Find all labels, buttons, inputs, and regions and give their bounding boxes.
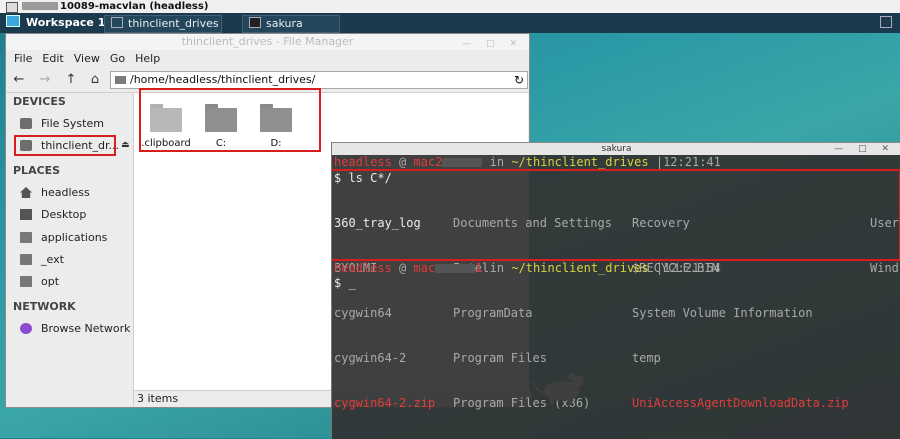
forward-arrow-icon[interactable]: → (36, 72, 54, 88)
menu-edit[interactable]: Edit (42, 52, 63, 65)
workspace-switcher[interactable]: Workspace 1 (6, 15, 105, 31)
devices-heading: DEVICES (13, 95, 66, 108)
task-label: sakura (266, 17, 303, 30)
prompt-dir: ~/thinclient_drives (511, 155, 649, 169)
menu-bar: File Edit View Go Help (6, 50, 529, 68)
back-arrow-icon[interactable]: ← (10, 72, 28, 88)
menu-file[interactable]: File (14, 52, 32, 65)
listing-entry: UniAccessAgentDownloadData.zip (632, 396, 849, 410)
folder-icon (20, 254, 32, 265)
drive-icon (20, 118, 32, 129)
listing-entry: cygwin64-2 (334, 351, 407, 365)
prompt-host: mac (413, 261, 436, 275)
task-file-manager[interactable]: thinclient_drives -... (104, 15, 222, 33)
sidebar-item-file-system[interactable]: File System (20, 115, 130, 133)
workspace-icon (6, 15, 20, 27)
prompt-in: in (489, 155, 505, 169)
listing-entry: Wind (870, 261, 899, 275)
sidebar-item-opt[interactable]: opt (20, 273, 130, 291)
highlight-box (332, 169, 900, 261)
terminal-title: sakura (601, 144, 632, 154)
highlight-box (14, 135, 116, 156)
prompt-at: @ (399, 261, 407, 275)
prompt-line: headless @ mac2 in ~/thinclient_drives |… (334, 155, 721, 170)
menu-view[interactable]: View (74, 52, 100, 65)
home-icon (20, 187, 32, 198)
redacted-block (22, 2, 58, 10)
prompt-host: mac2 (413, 155, 443, 169)
prompt-dir: ~/thinclient_drives (511, 261, 649, 275)
task-label: thinclient_drives -... (128, 17, 221, 30)
listing-entry: cygwin64-2.zip (334, 396, 436, 410)
sidebar-item-desktop[interactable]: Desktop (20, 206, 130, 224)
sidebar-item-label: headless (41, 186, 90, 199)
desktop-icon (20, 209, 32, 220)
listing-entry: ProgramData (453, 306, 533, 320)
redacted-block (442, 158, 483, 167)
eject-icon[interactable]: ⏏ (121, 140, 130, 150)
menu-go[interactable]: Go (110, 52, 125, 65)
prompt-sep: | (655, 261, 664, 275)
prompt-time: 12:21:54 (663, 261, 721, 275)
folder-icon (20, 232, 32, 243)
listing-entry: temp (632, 351, 661, 365)
prompt-host-suffix: 1 (475, 261, 483, 275)
window-controls[interactable]: — □ ✕ (834, 143, 895, 155)
sidebar-item-label: File System (41, 117, 104, 130)
prompt-user: headless (334, 155, 392, 169)
sidebar-item-label: applications (41, 231, 108, 244)
task-terminal[interactable]: sakura (242, 15, 340, 33)
terminal-titlebar[interactable]: sakura — □ ✕ (332, 143, 900, 155)
cursor-line[interactable]: $ _ (334, 276, 356, 291)
listing-entry: System Volume Information (632, 306, 813, 320)
up-arrow-icon[interactable]: ↑ (62, 72, 80, 88)
address-bar[interactable]: /home/headless/thinclient_drives/ ↻ (110, 71, 528, 89)
folder-icon (20, 276, 32, 287)
listing-entry: Program Files (453, 351, 547, 365)
file-manager-title: thinclient_drives - File Manager (181, 35, 354, 48)
sidebar-item-label: Browse Network (41, 322, 131, 335)
prompt-in: in (489, 261, 505, 275)
listing-entry: cygwin64 (334, 306, 392, 320)
panel-window-icon[interactable] (880, 16, 892, 28)
terminal-icon (249, 17, 261, 28)
window-controls[interactable]: — □ ✕ (462, 36, 523, 52)
terminal-window[interactable]: sakura — □ ✕ headless @ mac2 in ~/thincl… (331, 142, 900, 439)
places-heading: PLACES (13, 164, 61, 177)
prompt-sep: | (655, 155, 664, 169)
xfce-mouse-watermark-icon (532, 373, 584, 405)
file-manager-titlebar[interactable]: thinclient_drives - File Manager — □ ✕ (6, 34, 529, 50)
sidebar-item-ext[interactable]: _ext (20, 251, 130, 269)
prompt-line: headless @ mac 1 in ~/thinclient_drives |… (334, 261, 721, 276)
folder-icon (115, 76, 126, 84)
folder-icon (111, 17, 123, 28)
prompt-at: @ (399, 155, 407, 169)
reload-icon[interactable]: ↻ (514, 72, 524, 88)
network-heading: NETWORK (13, 300, 76, 313)
sidebar-item-label: _ext (41, 253, 64, 266)
redacted-block (435, 264, 476, 273)
sidebar-item-applications[interactable]: applications (20, 229, 130, 247)
viewer-app-icon (6, 2, 18, 13)
network-icon (20, 323, 32, 334)
address-path: /home/headless/thinclient_drives/ (130, 73, 316, 86)
sidebar-item-label: Desktop (41, 208, 87, 221)
workspace-label: Workspace 1 (26, 16, 106, 29)
viewer-title: 10089-macvlan (headless) (60, 1, 209, 12)
prompt-time: 12:21:41 (663, 155, 721, 169)
highlight-box (139, 88, 321, 152)
sidebar-item-label: opt (41, 275, 60, 288)
sidebar-item-headless[interactable]: headless (20, 184, 130, 202)
sidebar-item-browse-network[interactable]: Browse Network (20, 320, 130, 338)
prompt-user: headless (334, 261, 392, 275)
menu-help[interactable]: Help (135, 52, 160, 65)
viewer-titlebar: 10089-macvlan (headless) (0, 0, 900, 14)
top-panel: Workspace 1 thinclient_drives -... sakur… (0, 13, 900, 33)
home-icon[interactable]: ⌂ (86, 72, 104, 88)
sidebar: DEVICES File System thinclient_dr... ⏏ P… (6, 93, 134, 406)
